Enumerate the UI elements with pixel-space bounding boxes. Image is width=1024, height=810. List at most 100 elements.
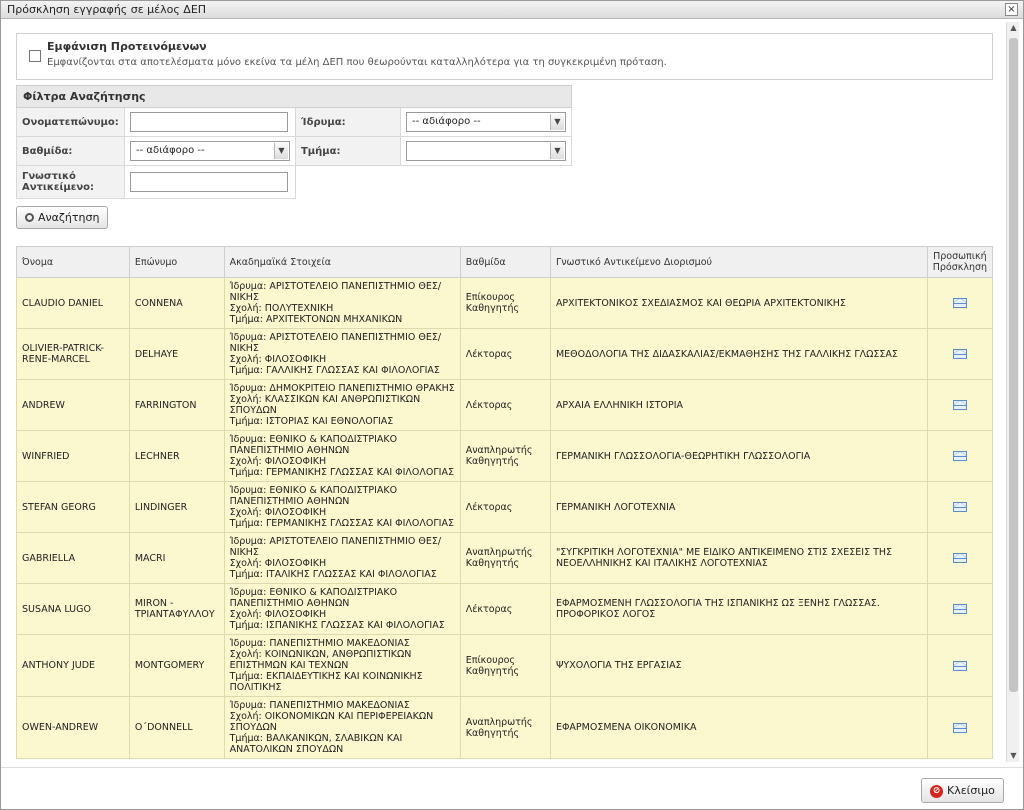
mail-icon[interactable]: [952, 502, 967, 512]
rank-cell: Λέκτορας: [459, 583, 551, 635]
col-last-name[interactable]: Επώνυμο: [128, 246, 225, 278]
academic-line: Τμήμα: ΕΚΠΑΙΔΕΥΤΙΚΗΣ ΚΑΙ ΚΟΙΝΩΝΙΚΗΣ: [229, 671, 423, 682]
institution-label: Ίδρυμα:: [294, 107, 402, 137]
col-subject[interactable]: Γνωστικό Αντικείμενο Διορισμού: [549, 246, 928, 278]
last-name-cell: LECHNER: [128, 430, 225, 482]
first-name-cell: OWEN-ANDREW: [16, 696, 130, 759]
academic-line: Σχολή: ΚΛΑΣΣΙΚΩΝ ΚΑΙ ΑΝΘΡΩΠΙΣΤΙΚΩΝ: [229, 394, 421, 405]
first-name-cell: CLAUDIO DANIEL: [16, 277, 130, 329]
col-rank[interactable]: Βαθμίδα: [459, 246, 551, 278]
academic-cell: Ίδρυμα: ΠΑΝΕΠΙΣΤΗΜΙΟ ΜΑΚΕΔΟΝΙΑΣ Σχολή: ΚΟ…: [223, 634, 461, 697]
academic-cell: Ίδρυμα: ΔΗΜΟΚΡΙΤΕΙΟ ΠΑΝΕΠΙΣΤΗΜΙΟ ΘΡΑΚΗΣ Σ…: [223, 379, 461, 431]
last-name-cell: CONNENA: [128, 277, 225, 329]
academic-line: ΣΠΟΥΔΩΝ: [229, 722, 277, 733]
academic-line: Σχολή: ΦΙΛΟΣΟΦΙΚΗ: [229, 354, 327, 365]
department-select[interactable]: ▼: [406, 141, 566, 161]
subject-cell: ΓΕΡΜΑΝΙΚΗ ΓΛΩΣΣΟΛΟΓΙΑ-ΘΕΩΡΗΤΙΚΗ ΓΛΩΣΣΟΛΟ…: [549, 430, 928, 482]
academic-line: ΠΑΝΕΠΙΣΤΗΜΙΟ ΑΘΗΝΩΝ: [229, 598, 350, 609]
show-recommended-label[interactable]: Εμφάνιση Προτεινόμενων: [47, 40, 207, 53]
mail-icon[interactable]: [952, 298, 967, 308]
academic-line: Σχολή: ΦΙΛΟΣΟΦΙΚΗ: [229, 609, 327, 620]
mail-icon[interactable]: [952, 722, 967, 733]
search-button[interactable]: Αναζήτηση: [16, 206, 109, 229]
invite-cell: [926, 430, 994, 482]
academic-line: Τμήμα: ΓΑΛΛΙΚΗΣ ΓΛΩΣΣΑΣ ΚΑΙ ΦΙΛΟΛΟΓΙΑΣ: [229, 365, 440, 376]
rank-cell: Αναπληρωτής Καθηγητής: [459, 696, 551, 759]
col-academic[interactable]: Ακαδημαϊκά Στοιχεία: [223, 246, 461, 278]
invite-cell: [926, 481, 994, 533]
first-name-cell: ANDREW: [16, 379, 130, 431]
scrollbar-thumb[interactable]: [1009, 38, 1018, 692]
academic-line: Τμήμα: ΙΣΠΑΝΙΚΗΣ ΓΛΩΣΣΑΣ ΚΑΙ ΦΙΛΟΛΟΓΙΑΣ: [229, 620, 445, 631]
name-label: Ονοματεπώνυμο:: [16, 107, 125, 137]
rank-cell: Επίκουρος Καθηγητής: [459, 634, 551, 697]
academic-cell: Ίδρυμα: ΑΡΙΣΤΟΤΕΛΕΙΟ ΠΑΝΕΠΙΣΤΗΜΙΟ ΘΕΣ/ΝΙ…: [223, 328, 461, 380]
mail-icon[interactable]: [952, 451, 967, 461]
close-button[interactable]: ⊘ Κλείσιμο: [921, 778, 1004, 803]
last-name-cell: MACRI: [128, 532, 225, 584]
mail-icon[interactable]: [952, 604, 967, 614]
dialog-footer: ⊘ Κλείσιμο: [1, 767, 1023, 809]
scroll-down-icon[interactable]: ▼: [1007, 750, 1020, 762]
rank-cell: Λέκτορας: [459, 328, 551, 380]
academic-line: Τμήμα: ΒΑΛΚΑΝΙΚΩΝ, ΣΛΑΒΙΚΩΝ ΚΑΙ: [229, 733, 403, 744]
col-first-name[interactable]: Όνομα: [16, 246, 130, 278]
invite-cell: [926, 696, 994, 759]
academic-line: Ίδρυμα: ΕΘΝΙΚΟ & ΚΑΠΟΔΙΣΤΡΙΑΚΟ: [229, 434, 398, 445]
chevron-down-icon: ▼: [550, 114, 564, 130]
results-table: Όνομα Επώνυμο Ακαδημαϊκά Στοιχεία Βαθμίδ…: [16, 246, 994, 759]
academic-line: ΠΑΝΕΠΙΣΤΗΜΙΟ ΑΘΗΝΩΝ: [229, 445, 350, 456]
academic-line: ΠΟΛΙΤΙΚΗΣ: [229, 682, 282, 693]
academic-line: Σχολή: ΦΙΛΟΣΟΦΙΚΗ: [229, 507, 327, 518]
rank-cell: Επίκουρος Καθηγητής: [459, 277, 551, 329]
table-row: ANTHONY JUDE MONTGOMERY Ίδρυμα: ΠΑΝΕΠΙΣΤΗΜ…: [16, 634, 994, 697]
show-recommended-checkbox[interactable]: [29, 50, 41, 62]
search-icon: [25, 212, 34, 222]
mail-icon[interactable]: [952, 349, 967, 359]
academic-line: Σχολή: ΦΙΛΟΣΟΦΙΚΗ: [229, 558, 327, 569]
subject-label: Γνωστικό Αντικείμενο:: [16, 165, 125, 199]
academic-line: Σχολή: ΦΙΛΟΣΟΦΙΚΗ: [229, 456, 327, 467]
vertical-scrollbar[interactable]: ▲ ▼: [1006, 22, 1019, 762]
academic-line: Σχολή: ΠΟΛΥΤΕΧΝΙΚΗ: [229, 303, 334, 314]
academic-line: Ίδρυμα: ΑΡΙΣΤΟΤΕΛΕΙΟ ΠΑΝΕΠΙΣΤΗΜΙΟ ΘΕΣ/: [229, 332, 442, 343]
academic-line: Τμήμα: ΑΡΧΙΤΕΚΤΟΝΩΝ ΜΗΧΑΝΙΚΩΝ: [229, 314, 403, 325]
subject-cell: ΨΥΧΟΛΟΓΙΑ ΤΗΣ ΕΡΓΑΣΙΑΣ: [549, 634, 928, 697]
last-name-cell: MONTGOMERY: [128, 634, 225, 697]
academic-cell: Ίδρυμα: ΕΘΝΙΚΟ & ΚΑΠΟΔΙΣΤΡΙΑΚΟ ΠΑΝΕΠΙΣΤΗΜ…: [223, 430, 461, 482]
first-name-cell: SUSANA LUGO: [16, 583, 130, 635]
table-row: STEFAN GEORG LINDINGER Ίδρυμα: ΕΘΝΙΚΟ & ΚΑ…: [16, 481, 994, 533]
last-name-cell: MIRON - ΤΡΙΑΝΤΑΦΥΛΛΟΥ: [128, 583, 225, 635]
name-input[interactable]: [129, 112, 288, 132]
rank-select[interactable]: -- αδιάφορο -- ▼: [129, 141, 290, 161]
chevron-down-icon: ▼: [550, 143, 564, 159]
col-invite: Προσωπική Πρόσκληση: [926, 246, 994, 278]
close-icon[interactable]: ×: [1005, 3, 1018, 16]
department-label: Τμήμα:: [294, 136, 402, 166]
table-row: ANDREW FARRINGTON Ίδρυμα: ΔΗΜΟΚΡΙΤΕΙΟ ΠΑΝΕ…: [16, 379, 994, 431]
mail-icon[interactable]: [952, 553, 967, 563]
table-row: CLAUDIO DANIEL CONNENA Ίδρυμα: ΑΡΙΣΤΟΤΕΛΕΙ…: [16, 277, 994, 329]
invite-cell: [926, 583, 994, 635]
filters-title: Φίλτρα Αναζήτησης: [16, 85, 572, 108]
subject-cell: ΓΕΡΜΑΝΙΚΗ ΛΟΓΟΤΕΧΝΙΑ: [549, 481, 928, 533]
subject-cell: ΑΡΧΑΙΑ ΕΛΛΗΝΙΚΗ ΙΣΤΟΡΙΑ: [549, 379, 928, 431]
dialog-title: Πρόσκληση εγγραφής σε μέλος ΔΕΠ: [7, 3, 207, 16]
subject-cell: ΕΦΑΡΜΟΣΜΕΝΑ ΟΙΚΟΝΟΜΙΚΑ: [549, 696, 928, 759]
institution-select[interactable]: -- αδιάφορο -- ▼: [406, 112, 566, 132]
academic-cell: Ίδρυμα: ΠΑΝΕΠΙΣΤΗΜΙΟ ΜΑΚΕΔΟΝΙΑΣ Σχολή: ΟΙ…: [223, 696, 461, 759]
invite-cell: [926, 277, 994, 329]
mail-icon[interactable]: [952, 400, 967, 410]
first-name-cell: STEFAN GEORG: [16, 481, 130, 533]
subject-input[interactable]: [129, 172, 288, 192]
mail-icon[interactable]: [952, 660, 967, 671]
academic-line: ΝΙΚΗΣ: [229, 343, 259, 354]
academic-cell: Ίδρυμα: ΑΡΙΣΤΟΤΕΛΕΙΟ ΠΑΝΕΠΙΣΤΗΜΙΟ ΘΕΣ/ΝΙ…: [223, 532, 461, 584]
subject-cell: "ΣΥΓΚΡΙΤΙΚΗ ΛΟΓΟΤΕΧΝΙΑ" ΜΕ ΕΙΔΙΚΟ ΑΝΤΙΚΕ…: [549, 532, 928, 584]
academic-line: Ίδρυμα: ΠΑΝΕΠΙΣΤΗΜΙΟ ΜΑΚΕΔΟΝΙΑΣ: [229, 638, 410, 649]
rank-label: Βαθμίδα:: [16, 136, 125, 166]
invite-cell: [926, 532, 994, 584]
academic-line: Τμήμα: ΓΕΡΜΑΝΙΚΗΣ ΓΛΩΣΣΑΣ ΚΑΙ ΦΙΛΟΛΟΓΙΑΣ: [229, 518, 454, 529]
scroll-up-icon[interactable]: ▲: [1007, 22, 1020, 34]
academic-line: Τμήμα: ΙΤΑΛΙΚΗΣ ΓΛΩΣΣΑΣ ΚΑΙ ΦΙΛΟΛΟΓΙΑΣ: [229, 569, 437, 580]
